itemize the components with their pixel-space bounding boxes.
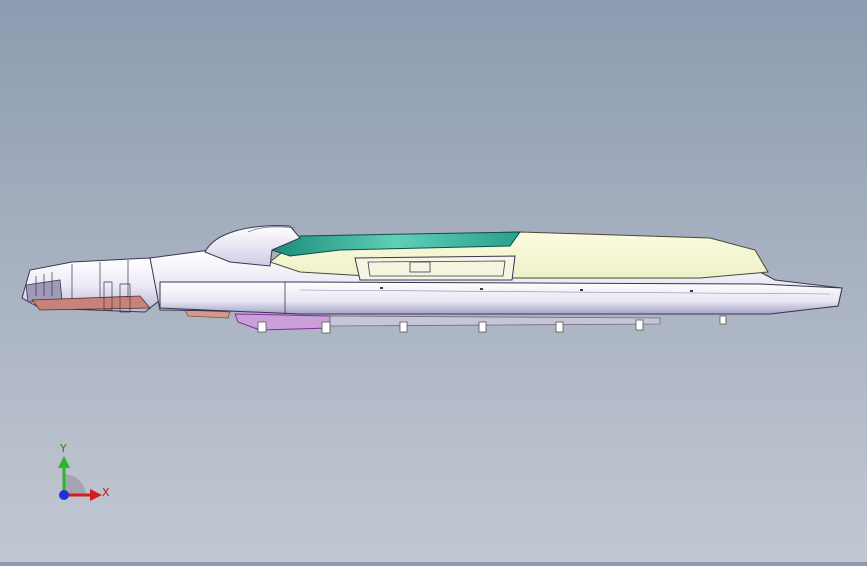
- axis-triad: Y X: [40, 438, 120, 518]
- z-axis-dot: [59, 490, 69, 500]
- 3d-viewport[interactable]: [0, 0, 867, 562]
- lower-rail: [159, 281, 843, 315]
- y-axis-label: Y: [60, 442, 67, 455]
- pole-mount: [21, 257, 161, 313]
- inner-cavity: [354, 255, 516, 281]
- axis-triad-graphic: [58, 456, 102, 501]
- x-axis-label: X: [102, 486, 110, 499]
- x-axis-arrow: [90, 489, 102, 501]
- cad-model-render[interactable]: [0, 0, 867, 562]
- y-axis-arrow: [58, 456, 70, 468]
